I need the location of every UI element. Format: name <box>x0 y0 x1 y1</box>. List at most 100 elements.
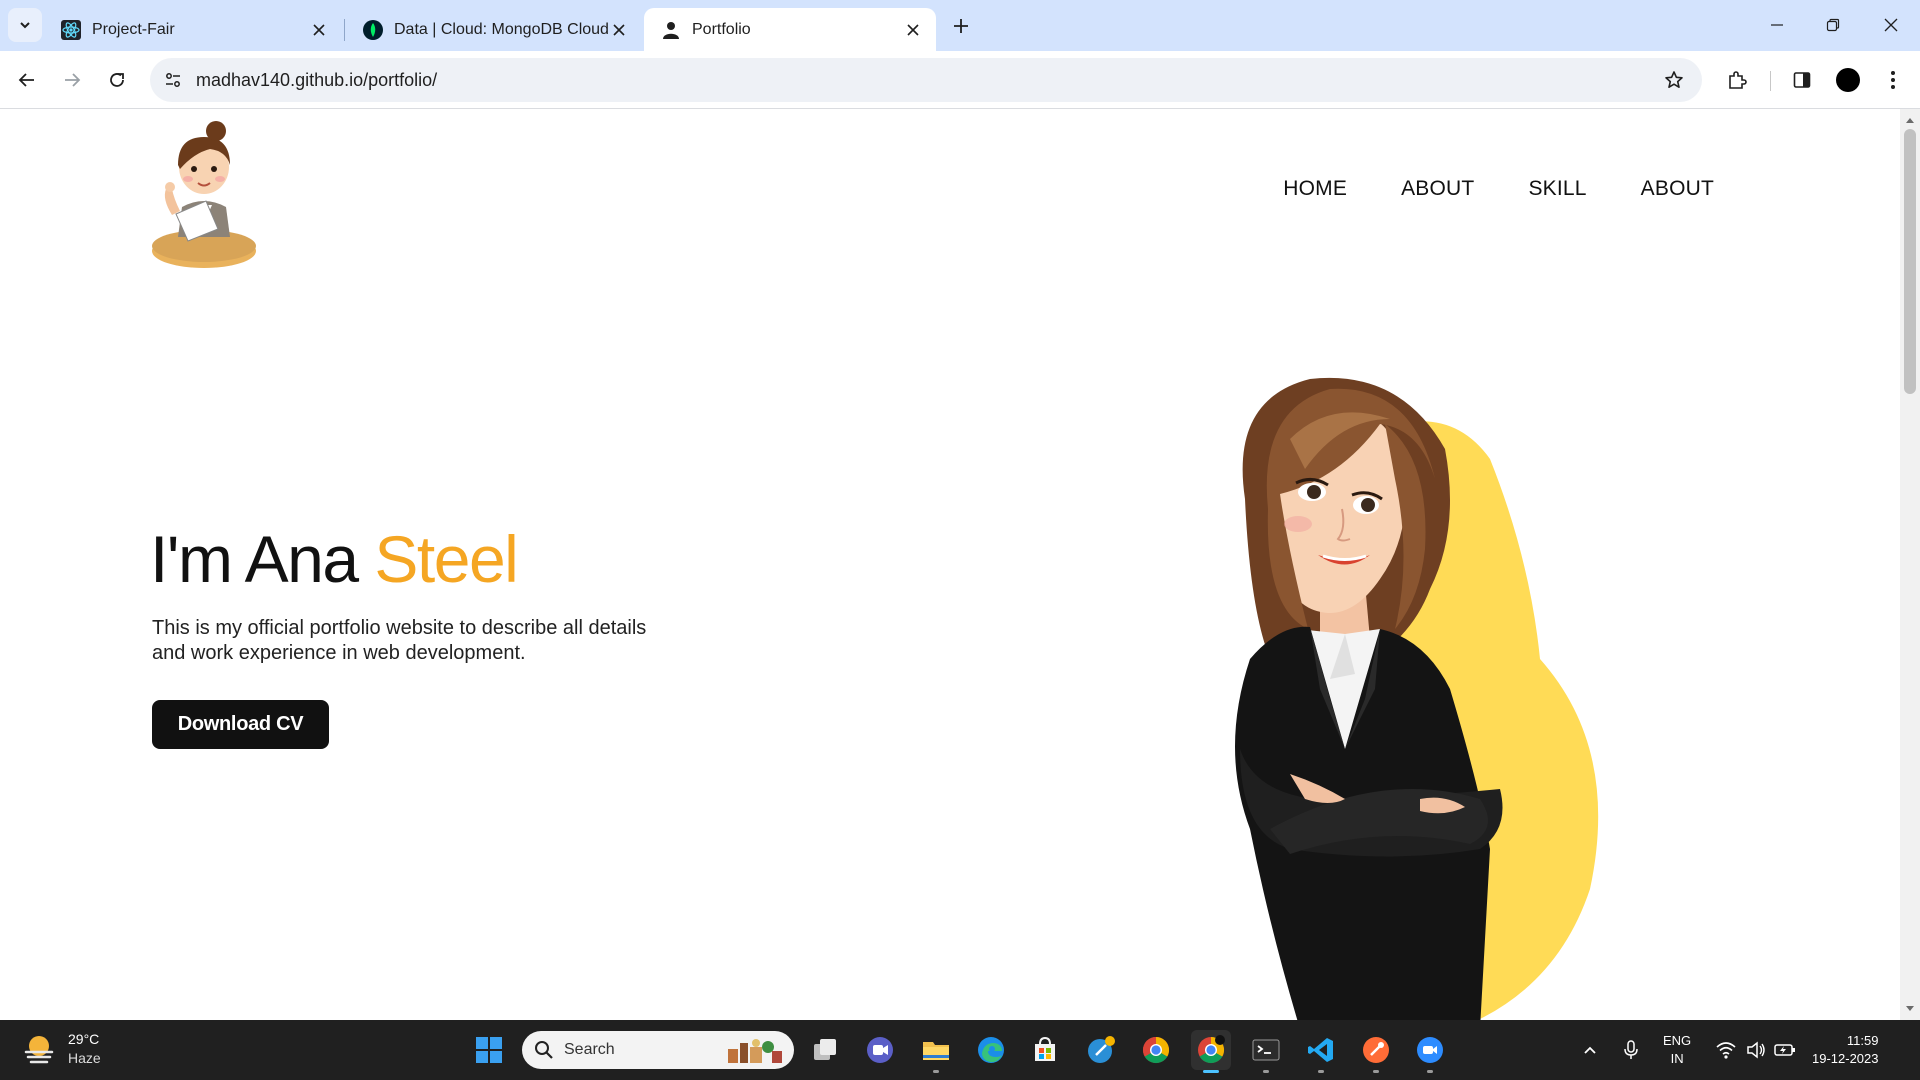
minimize-button[interactable] <box>1754 8 1800 42</box>
tab-title: Data | Cloud: MongoDB Cloud <box>394 20 609 38</box>
extensions-button[interactable] <box>1720 63 1754 97</box>
react-icon <box>61 19 81 40</box>
taskbar-app-chrome-active[interactable] <box>1191 1030 1231 1073</box>
logo-girl-at-desk-image[interactable] <box>148 119 268 271</box>
weather-condition: Haze <box>68 1050 101 1066</box>
search-icon <box>535 1041 553 1059</box>
battery-charging-icon <box>1774 1044 1795 1056</box>
file-explorer-icon <box>923 1042 949 1060</box>
zoom-icon <box>1417 1037 1443 1063</box>
chatgpt-icon <box>1088 1036 1115 1063</box>
start-button[interactable] <box>469 1030 509 1070</box>
taskbar-app-file-explorer[interactable] <box>916 1030 956 1073</box>
restore-button[interactable] <box>1810 8 1856 42</box>
taskbar-app-vscode[interactable] <box>1301 1030 1341 1073</box>
clock-time: 11:59 <box>1846 1033 1879 1048</box>
windows-start-icon <box>476 1037 502 1063</box>
active-window-indicator <box>1203 1070 1219 1073</box>
running-indicator <box>1318 1070 1324 1073</box>
tray-overflow-button[interactable] <box>1582 1020 1598 1080</box>
puzzle-icon <box>1729 71 1747 89</box>
task-view-icon <box>814 1039 836 1060</box>
hero-businesswoman-illustration <box>1235 377 1599 1020</box>
close-window-button[interactable] <box>1868 8 1914 42</box>
side-panel-button[interactable] <box>1785 63 1819 97</box>
tab-mongodb-cloud[interactable]: Data | Cloud: MongoDB Cloud <box>346 8 642 51</box>
person-icon <box>661 20 681 40</box>
reload-icon <box>110 73 124 87</box>
profile-button[interactable] <box>1831 63 1865 97</box>
taskbar-app-teams[interactable] <box>860 1030 900 1070</box>
browser-menu-button[interactable] <box>1876 63 1910 97</box>
postman-icon <box>1363 1037 1389 1063</box>
clock-date: 19-12-2023 <box>1812 1051 1879 1066</box>
microphone-button[interactable] <box>1623 1020 1639 1080</box>
minimize-icon <box>1771 24 1783 26</box>
task-view-button[interactable] <box>805 1030 845 1070</box>
taskbar-app-postman[interactable] <box>1356 1030 1396 1073</box>
weather-widget[interactable]: 29°C Haze <box>22 1030 101 1068</box>
edge-icon <box>978 1037 1004 1063</box>
taskbar-app-terminal[interactable] <box>1246 1030 1286 1073</box>
taskbar-app-zoom[interactable] <box>1410 1030 1450 1073</box>
taskbar-app-chatgpt[interactable] <box>1081 1030 1121 1070</box>
plus-icon <box>954 19 968 33</box>
toolbar-divider <box>1770 71 1771 91</box>
site-info-icon[interactable] <box>162 69 184 91</box>
store-icon <box>1035 1036 1055 1061</box>
taskbar-app-store[interactable] <box>1025 1030 1065 1070</box>
taskbar-app-chrome[interactable] <box>1136 1030 1176 1070</box>
network-volume-battery-button[interactable] <box>1716 1020 1796 1080</box>
scroll-up-arrow-icon[interactable] <box>1905 115 1915 125</box>
running-indicator <box>933 1070 939 1073</box>
chrome-active-icon <box>1198 1035 1225 1064</box>
wifi-icon <box>1716 1042 1736 1059</box>
scroll-down-arrow-icon[interactable] <box>1905 1004 1915 1014</box>
forward-button[interactable] <box>55 63 89 97</box>
clock[interactable]: 11:59 19-12-2023 <box>1812 1020 1879 1080</box>
download-cv-button[interactable]: Download CV <box>152 700 329 749</box>
taskbar-search-placeholder: Search <box>564 1041 615 1058</box>
language-indicator[interactable]: ENG IN <box>1663 1020 1691 1080</box>
nav-about-2[interactable]: ABOUT <box>1641 177 1714 201</box>
close-tab-icon[interactable] <box>310 21 328 39</box>
scrollbar-thumb[interactable] <box>1904 129 1916 394</box>
haze-sun-icon <box>24 1036 54 1064</box>
address-bar[interactable]: madhav140.github.io/portfolio/ <box>150 58 1702 102</box>
taskbar-app-edge[interactable] <box>971 1030 1011 1070</box>
chevron-up-icon <box>1584 1046 1596 1054</box>
page-scrollbar[interactable] <box>1900 109 1920 1020</box>
new-tab-button[interactable] <box>946 11 976 41</box>
chrome-icon <box>1142 1036 1170 1064</box>
terminal-icon <box>1252 1039 1280 1061</box>
microphone-icon <box>1624 1040 1638 1059</box>
tab-search-button[interactable] <box>8 8 42 42</box>
close-tab-icon[interactable] <box>904 21 922 39</box>
nav-skill[interactable]: SKILL <box>1528 177 1586 201</box>
reload-button[interactable] <box>100 63 134 97</box>
windows-taskbar: 29°C Haze Search ENG IN 11:59 19-12-2023 <box>0 1020 1920 1080</box>
region-code: IN <box>1670 1051 1684 1066</box>
tab-separator <box>344 19 345 41</box>
tab-portfolio[interactable]: Portfolio <box>644 8 936 51</box>
hero-description: This is my official portfolio website to… <box>152 617 647 664</box>
teams-icon <box>867 1037 893 1063</box>
taskbar-search-box[interactable]: Search <box>522 1031 794 1069</box>
running-indicator <box>1373 1070 1379 1073</box>
vscode-icon <box>1308 1038 1333 1062</box>
back-button[interactable] <box>10 63 44 97</box>
bookmark-star-icon[interactable] <box>1662 68 1686 92</box>
chevron-down-icon <box>20 22 30 29</box>
browser-tab-strip: Project-Fair Data | Cloud: MongoDB Cloud… <box>0 0 1920 51</box>
side-panel-icon <box>1793 72 1811 88</box>
url-text[interactable]: madhav140.github.io/portfolio/ <box>196 70 437 91</box>
close-tab-icon[interactable] <box>610 21 628 39</box>
nav-about[interactable]: ABOUT <box>1401 177 1474 201</box>
hero-title-accent: Steel <box>374 522 518 596</box>
avatar <box>1836 68 1860 92</box>
tab-title: Portfolio <box>692 20 751 38</box>
volume-icon <box>1747 1041 1765 1059</box>
tab-project-fair[interactable]: Project-Fair <box>44 8 342 51</box>
mongodb-leaf-icon <box>363 19 383 40</box>
nav-home[interactable]: HOME <box>1283 177 1347 201</box>
